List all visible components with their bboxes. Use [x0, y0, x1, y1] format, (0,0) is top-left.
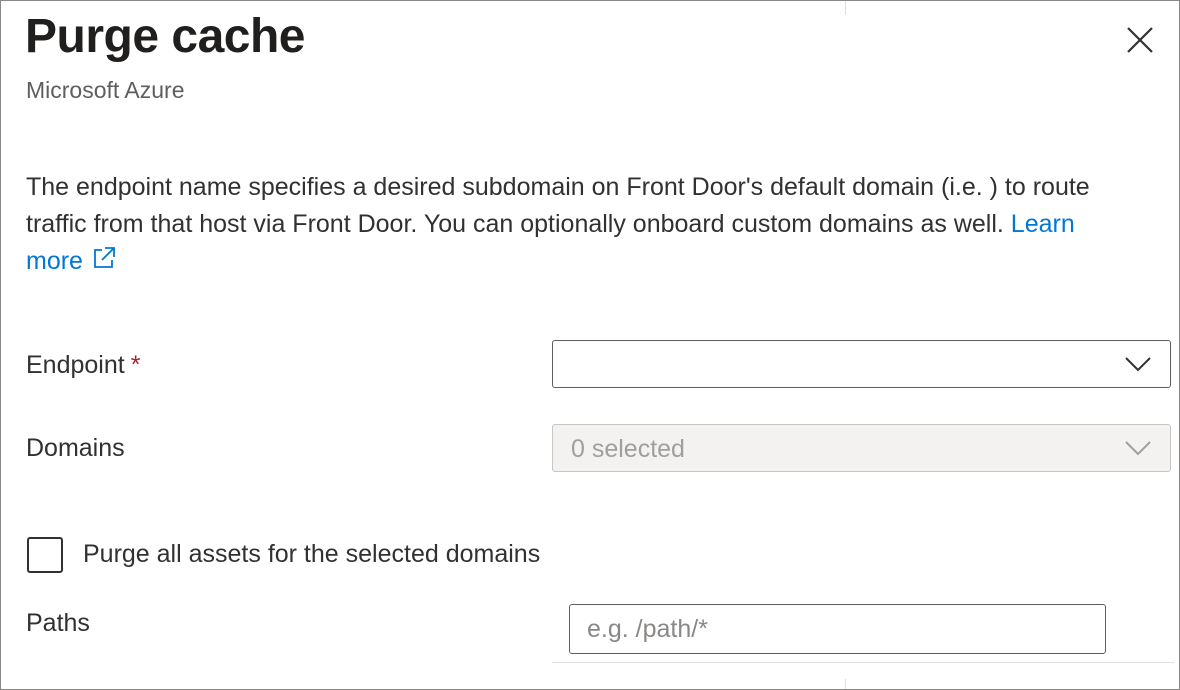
description: The endpoint name specifies a desired su… [26, 169, 1136, 280]
endpoint-label: Endpoint * [26, 351, 140, 380]
close-button[interactable] [1119, 19, 1161, 61]
external-link-icon [94, 247, 115, 268]
close-icon [1127, 27, 1153, 53]
endpoint-dropdown[interactable] [552, 340, 1171, 388]
divider [552, 662, 1174, 663]
divider [845, 1, 846, 15]
domains-value: 0 selected [571, 435, 685, 463]
divider [845, 679, 846, 689]
panel-subtitle: Microsoft Azure [26, 77, 185, 103]
domains-label: Domains [26, 434, 125, 462]
chevron-down-icon [1125, 357, 1151, 372]
chevron-down-icon [1125, 441, 1151, 456]
panel-title: Purge cache [25, 10, 305, 63]
paths-label: Paths [26, 609, 90, 637]
purge-all-checkbox[interactable] [27, 537, 63, 573]
domains-dropdown[interactable]: 0 selected [552, 424, 1171, 472]
endpoint-label-text: Endpoint [26, 351, 125, 379]
purge-cache-panel: Purge cache Microsoft Azure The endpoint… [0, 0, 1180, 690]
paths-input[interactable] [569, 604, 1106, 654]
purge-all-label: Purge all assets for the selected domain… [83, 540, 541, 568]
description-text: The endpoint name specifies a desired su… [26, 173, 1090, 238]
required-marker: * [130, 351, 141, 379]
